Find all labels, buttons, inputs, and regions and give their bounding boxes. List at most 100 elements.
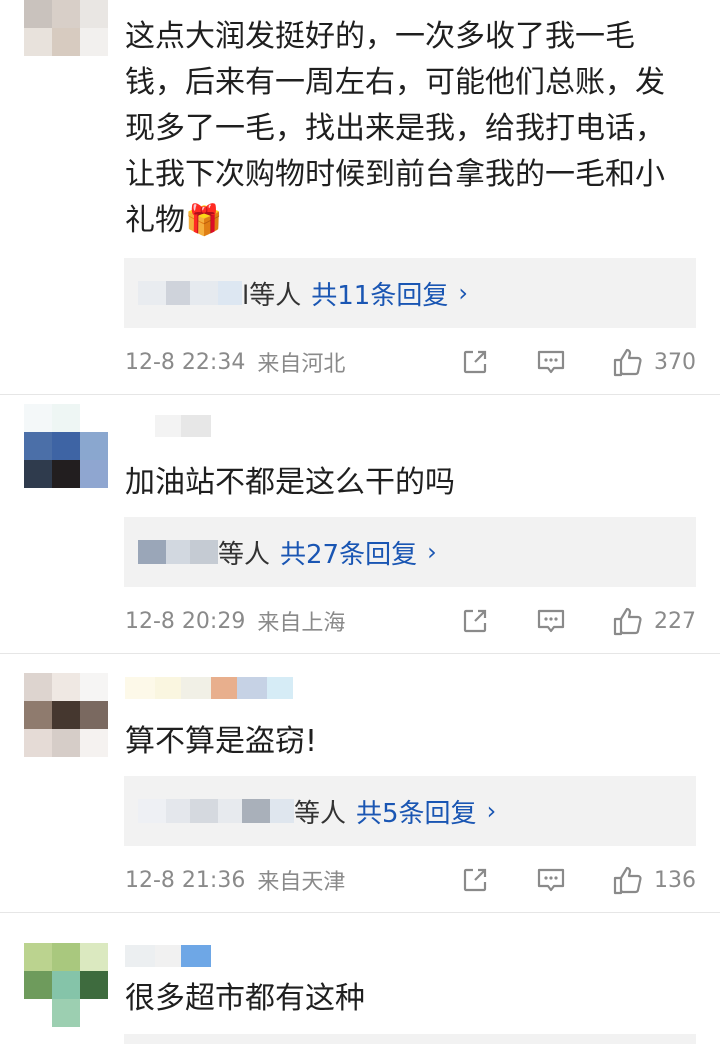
comment-icon[interactable] [536, 607, 566, 635]
blurred-username[interactable] [125, 415, 211, 437]
avatar-mosaic-cell [24, 0, 52, 28]
comment-meta: 12-8 22:34 来自河北 370 [125, 347, 696, 377]
username-mosaic-cell [267, 677, 293, 699]
username-mosaic-cell [211, 677, 237, 699]
avatar-mosaic-cell [80, 943, 108, 971]
reply-users-label: 等人 [218, 539, 271, 570]
share-icon[interactable] [460, 607, 490, 635]
comment-text: 算不算是盗窃! [125, 724, 318, 759]
username-mosaic-cell [125, 677, 155, 699]
avatar-mosaic-cell [52, 404, 80, 432]
like-button[interactable]: 136 [612, 864, 696, 896]
thumbs-up-icon [612, 346, 644, 378]
avatar-mosaic-cell [80, 404, 108, 432]
reply-count-link[interactable]: 共11条回复 [311, 275, 448, 312]
avatar-mosaic-cell [80, 701, 108, 729]
share-icon[interactable] [460, 866, 490, 894]
username-mosaic-cell [155, 677, 181, 699]
username-mosaic-cell [125, 415, 155, 437]
reply-users-label: 等人 [294, 798, 347, 829]
avatar-mosaic-cell [24, 404, 52, 432]
thumbs-up-icon [612, 605, 644, 637]
username-mosaic-cell [125, 945, 155, 967]
reply-name-mosaic-cell [138, 799, 166, 823]
avatar-mosaic-cell [80, 28, 108, 56]
avatar-mosaic-cell [80, 971, 108, 999]
comment-time: 12-8 20:29 [125, 608, 246, 634]
comment-location: 来自河北 [257, 352, 346, 377]
reply-name-mosaic-cell [190, 281, 218, 305]
avatar-mosaic-cell [24, 729, 52, 757]
avatar[interactable] [24, 943, 108, 1027]
avatar-mosaic-cell [24, 28, 52, 56]
blurred-reply-names [138, 799, 294, 823]
username-mosaic-cell [181, 415, 211, 437]
username-mosaic-cell [237, 677, 267, 699]
avatar-mosaic-cell [52, 999, 80, 1027]
avatar-mosaic-cell [24, 999, 52, 1027]
avatar[interactable] [24, 0, 108, 56]
chevron-right-icon: › [486, 797, 497, 825]
avatar-mosaic-cell [52, 28, 80, 56]
reply-summary[interactable]: l等人 共11条回复 › [124, 258, 696, 328]
comment-actions: 227 [460, 606, 696, 636]
reply-name-mosaic-cell [166, 799, 190, 823]
comment-text: 这点大润发挺好的，一次多收了我一毛钱，后来有一周左右，可能他们总账，发现多了一毛… [125, 19, 665, 238]
avatar-mosaic-cell [52, 943, 80, 971]
avatar-mosaic-cell [52, 729, 80, 757]
avatar-mosaic-cell [24, 943, 52, 971]
avatar-mosaic-cell [24, 460, 52, 488]
reply-name-mosaic-cell [190, 799, 218, 823]
reply-name-mosaic-cell [270, 799, 294, 823]
avatar-mosaic-cell [52, 971, 80, 999]
reply-name-mosaic-cell [218, 799, 242, 823]
avatar-mosaic-cell [24, 971, 52, 999]
avatar-mosaic-cell [52, 0, 80, 28]
reply-summary[interactable] [124, 1034, 696, 1044]
avatar-mosaic-cell [80, 673, 108, 701]
username-mosaic-cell [155, 945, 181, 967]
comment-time: 12-8 21:36 [125, 867, 246, 893]
comment-meta: 12-8 21:36 来自天津 136 [125, 865, 696, 895]
comment-actions: 370 [460, 347, 696, 377]
divider [0, 653, 720, 654]
blurred-username[interactable] [125, 677, 293, 699]
avatar[interactable] [24, 404, 108, 488]
comment-text: 很多超市都有这种 [125, 981, 365, 1016]
like-count: 136 [654, 867, 696, 893]
username-mosaic-cell [181, 677, 211, 699]
reply-name-mosaic-cell [166, 540, 190, 564]
avatar-mosaic-cell [80, 0, 108, 28]
reply-name-mosaic-cell [166, 281, 190, 305]
reply-summary[interactable]: 等人 共27条回复 › [124, 517, 696, 587]
avatar-mosaic-cell [80, 729, 108, 757]
share-icon[interactable] [460, 348, 490, 376]
blurred-username[interactable] [125, 945, 211, 967]
username-mosaic-cell [181, 945, 211, 967]
avatar-mosaic-cell [52, 432, 80, 460]
chevron-right-icon: › [427, 538, 437, 566]
chevron-right-icon: › [458, 279, 468, 307]
comment-meta: 12-8 20:29 来自上海 227 [125, 606, 696, 636]
divider [0, 394, 720, 395]
comment-icon[interactable] [536, 348, 566, 376]
blurred-reply-names [138, 281, 242, 305]
reply-count-link[interactable]: 共27条回复 [280, 534, 417, 571]
like-button[interactable]: 227 [612, 605, 696, 637]
reply-name-mosaic-cell [218, 281, 242, 305]
reply-name-mosaic-cell [138, 281, 166, 305]
reply-count-link[interactable]: 共5条回复 [356, 793, 477, 830]
like-count: 370 [654, 349, 696, 375]
comment-time: 12-8 22:34 [125, 349, 246, 375]
reply-name-mosaic-cell [138, 540, 166, 564]
divider [0, 912, 720, 913]
reply-summary[interactable]: 等人 共5条回复 › [124, 776, 696, 846]
avatar-mosaic-cell [52, 701, 80, 729]
avatar[interactable] [24, 673, 108, 757]
comment-actions: 136 [460, 865, 696, 895]
username-mosaic-cell [155, 415, 181, 437]
comment-icon[interactable] [536, 866, 566, 894]
avatar-mosaic-cell [80, 432, 108, 460]
like-button[interactable]: 370 [612, 346, 696, 378]
avatar-mosaic-cell [80, 999, 108, 1027]
